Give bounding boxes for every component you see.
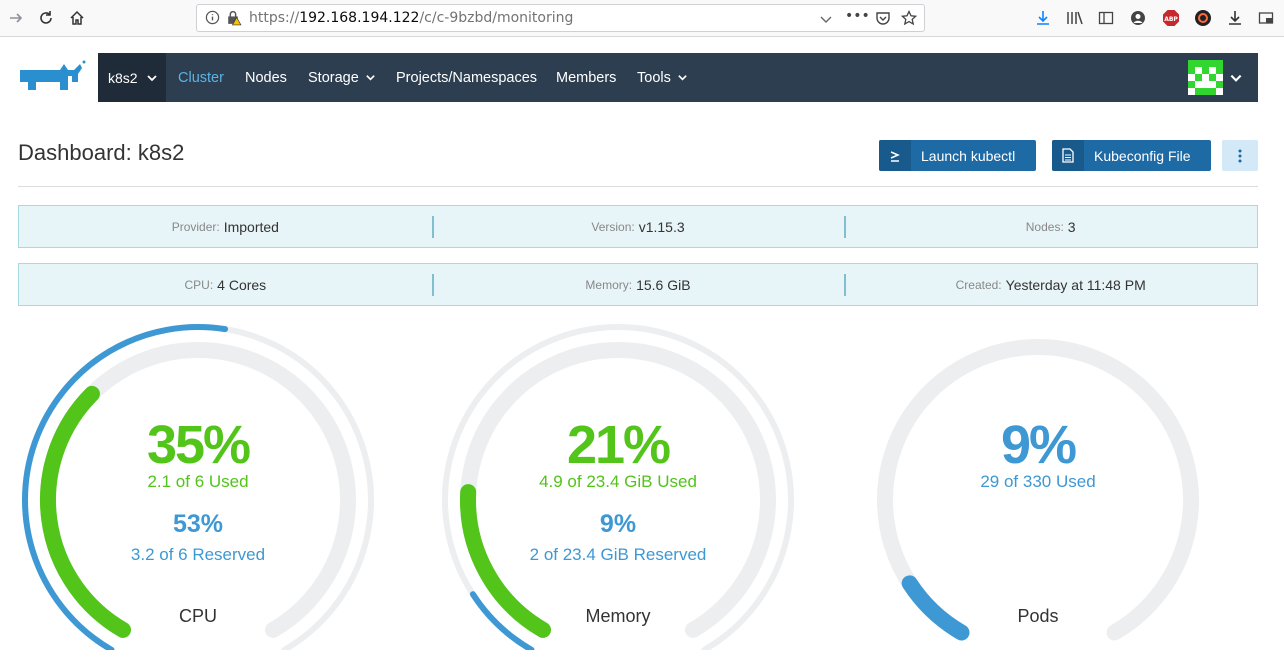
memory-reserved-percent: 9%	[599, 510, 637, 538]
menu-extension-icon[interactable]	[1256, 8, 1276, 28]
cluster-name: k8s2	[108, 69, 138, 86]
nav-members[interactable]: Members	[556, 53, 616, 102]
memory-reserved-text: 2 of 23.4 GiB Reserved	[529, 545, 707, 564]
cpu-label: CPU:	[184, 277, 214, 292]
reload-icon[interactable]	[34, 6, 58, 30]
cpu-info: CPU: 4 Cores	[19, 264, 432, 305]
version-label: Version:	[591, 219, 635, 234]
nav-label: Nodes	[245, 69, 287, 86]
vertical-dots-icon	[1238, 149, 1242, 162]
svg-text:ABP: ABP	[1164, 16, 1178, 23]
cpu-value: 4 Cores	[217, 276, 267, 293]
bookmark-star-icon[interactable]	[900, 9, 918, 30]
cpu-used-text: 2.1 of 6 Used	[147, 472, 249, 491]
cpu-reserved-percent: 53%	[172, 510, 224, 538]
downloads-icon[interactable]	[1033, 8, 1053, 28]
home-icon[interactable]	[65, 6, 89, 30]
nav-label: Members	[556, 69, 617, 86]
page-actions-icon[interactable]: •••	[845, 8, 870, 24]
pods-used-percent: 9%	[1000, 415, 1077, 475]
pocket-icon[interactable]	[875, 10, 891, 30]
memory-info: Memory: 15.6 GiB	[431, 264, 845, 305]
download-arrow-icon[interactable]	[1225, 8, 1245, 28]
forward-icon[interactable]	[4, 6, 28, 30]
chevron-down-icon[interactable]	[1229, 70, 1243, 89]
pods-gauge-name: Pods	[1017, 606, 1059, 626]
chevron-down-icon[interactable]	[819, 11, 833, 30]
nav-label: Storage	[308, 69, 359, 86]
user-avatar[interactable]	[1188, 60, 1223, 95]
provider-label: Provider:	[171, 219, 220, 234]
memory-used-text: 4.9 of 23.4 GiB Used	[539, 472, 697, 491]
version-info: Version: v1.15.3	[431, 206, 845, 247]
rancher-logo[interactable]	[16, 56, 88, 98]
pods-used-text: 29 of 330 Used	[980, 472, 1096, 491]
launch-kubectl-button[interactable]: Launch kubectl	[879, 140, 1036, 171]
chevron-down-icon	[678, 75, 687, 81]
nodes-label: Nodes:	[1025, 219, 1064, 234]
memory-gauge-name: Memory	[585, 606, 651, 626]
cluster-switcher[interactable]: k8s2	[98, 53, 166, 102]
sidebar-icon[interactable]	[1096, 8, 1116, 28]
browser-toolbar: https://192.168.194.122/c/c-9bzbd/monito…	[0, 0, 1284, 37]
memory-gauge: 21% 4.9 of 23.4 GiB Used 9% 2 of 23.4 Gi…	[438, 320, 798, 650]
nodes-value: 3	[1067, 218, 1076, 235]
cpu-used-percent: 35%	[146, 415, 251, 475]
file-icon	[1052, 140, 1084, 171]
memory-used-percent: 21%	[566, 415, 671, 475]
memory-label: Memory:	[585, 277, 633, 292]
nav-label: Projects/Namespaces	[396, 69, 538, 86]
nav-storage[interactable]: Storage	[308, 53, 376, 102]
url-text[interactable]: https://192.168.194.122/c/c-9bzbd/monito…	[249, 10, 573, 26]
chevron-down-icon	[146, 74, 157, 81]
created-value: Yesterday at 11:48 PM	[1005, 276, 1146, 293]
kubeconfig-file-button[interactable]: Kubeconfig File	[1052, 140, 1211, 171]
nav-cluster[interactable]: Cluster	[178, 53, 224, 102]
divider	[18, 186, 1258, 187]
launch-kubectl-label: Launch kubectl	[921, 147, 1016, 164]
info-icon[interactable]	[205, 10, 220, 29]
more-actions-button[interactable]	[1222, 140, 1258, 171]
nodes-info: Nodes: 3	[844, 206, 1257, 247]
page-title: Dashboard: k8s2	[18, 140, 185, 165]
account-icon[interactable]	[1128, 8, 1148, 28]
library-icon[interactable]	[1065, 8, 1085, 28]
resource-info-box: CPU: 4 Cores Memory: 15.6 GiB Created: Y…	[18, 263, 1258, 306]
terminal-icon	[879, 140, 911, 171]
cpu-gauge: 35% 2.1 of 6 Used 53% 3.2 of 6 Reserved …	[18, 320, 378, 650]
kubeconfig-label: Kubeconfig File	[1094, 147, 1191, 164]
nav-label: Cluster	[178, 69, 224, 86]
cpu-reserved-text: 3.2 of 6 Reserved	[130, 545, 266, 564]
top-navigation: k8s2 Cluster Nodes Storage Projects/Name…	[98, 53, 1258, 102]
adblock-icon[interactable]: ABP	[1161, 8, 1181, 28]
extension-icon[interactable]	[1193, 8, 1213, 28]
cpu-gauge-name: CPU	[178, 606, 217, 626]
nav-label: Tools	[637, 69, 671, 86]
version-value: v1.15.3	[638, 218, 685, 235]
provider-value: Imported	[223, 218, 279, 235]
nav-nodes[interactable]: Nodes	[245, 53, 287, 102]
cluster-info-box: Provider: Imported Version: v1.15.3 Node…	[18, 205, 1258, 248]
pods-gauge: 9% 29 of 330 Used Pods	[858, 320, 1218, 650]
nav-projects-namespaces[interactable]: Projects/Namespaces	[396, 53, 537, 102]
nav-tools[interactable]: Tools	[637, 53, 688, 102]
address-bar[interactable]: https://192.168.194.122/c/c-9bzbd/monito…	[196, 4, 925, 32]
created-info: Created: Yesterday at 11:48 PM	[844, 264, 1257, 305]
provider-info: Provider: Imported	[19, 206, 432, 247]
insecure-lock-icon[interactable]	[225, 9, 242, 30]
chevron-down-icon	[366, 75, 375, 81]
created-label: Created:	[955, 277, 1002, 292]
memory-value: 15.6 GiB	[636, 276, 691, 293]
